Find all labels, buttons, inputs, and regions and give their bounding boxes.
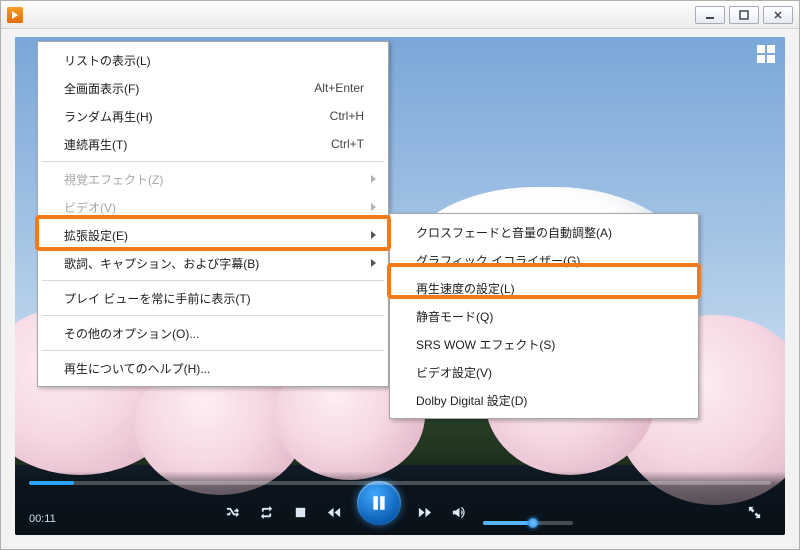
menu-item-label: SRS WOW エフェクト(S)	[416, 336, 555, 353]
titlebar	[1, 1, 799, 29]
menu-item-label: 歌詞、キャプション、および字幕(B)	[64, 255, 259, 272]
fullscreen-button[interactable]	[741, 499, 767, 525]
repeat-button[interactable]	[253, 499, 279, 525]
menu-item[interactable]: その他のオプション(O)...	[40, 319, 386, 347]
menu-separator	[42, 315, 384, 316]
menu-item-label: 全画面表示(F)	[64, 80, 139, 97]
elapsed-time: 00:11	[29, 513, 56, 525]
menu-separator	[42, 161, 384, 162]
menu-item-label: グラフィック イコライザー(G)	[416, 252, 580, 269]
app-icon	[7, 7, 23, 23]
volume-thumb[interactable]	[528, 518, 538, 528]
submenu-item[interactable]: 静音モード(Q)	[392, 302, 696, 330]
menu-item-label: 視覚エフェクト(Z)	[64, 171, 163, 188]
menu-item-shortcut: Ctrl+H	[330, 109, 364, 123]
menu-item-label: Dolby Digital 設定(D)	[416, 392, 527, 409]
menu-item[interactable]: 拡張設定(E)	[40, 221, 386, 249]
volume-slider[interactable]	[483, 521, 573, 525]
menu-item[interactable]: リストの表示(L)	[40, 46, 386, 74]
app-window: 00:11 リストの表示(L) 全画面表示(F) Alt+Enter ランダム再生(H…	[0, 0, 800, 550]
menu-item-label: 静音モード(Q)	[416, 308, 493, 325]
submenu-enhancements: クロスフェードと音量の自動調整(A) グラフィック イコライザー(G) 再生速度の設…	[389, 213, 699, 419]
menu-item-label: その他のオプション(O)...	[64, 325, 199, 342]
next-button[interactable]	[411, 499, 437, 525]
menu-item-label: ランダム再生(H)	[64, 108, 153, 125]
menu-item[interactable]: ランダム再生(H) Ctrl+H	[40, 102, 386, 130]
mute-button[interactable]	[445, 499, 471, 525]
submenu-item[interactable]: SRS WOW エフェクト(S)	[392, 330, 696, 358]
menu-item-label: 連続再生(T)	[64, 136, 127, 153]
menu-item[interactable]: プレイ ビューを常に手前に表示(T)	[40, 284, 386, 312]
submenu-item[interactable]: ビデオ設定(V)	[392, 358, 696, 386]
submenu-item[interactable]: グラフィック イコライザー(G)	[392, 246, 696, 274]
menu-item-shortcut: Ctrl+T	[331, 137, 364, 151]
seek-progress	[29, 481, 74, 485]
close-button[interactable]	[763, 6, 793, 24]
menu-item[interactable]: 連続再生(T) Ctrl+T	[40, 130, 386, 158]
menu-item[interactable]: 再生についてのヘルプ(H)...	[40, 354, 386, 382]
shuffle-button[interactable]	[219, 499, 245, 525]
menu-item-label: 再生についてのヘルプ(H)...	[64, 360, 210, 377]
menu-item[interactable]: 歌詞、キャプション、および字幕(B)	[40, 249, 386, 277]
submenu-item[interactable]: クロスフェードと音量の自動調整(A)	[392, 218, 696, 246]
menu-item-shortcut: Alt+Enter	[314, 81, 364, 95]
submenu-item[interactable]: 再生速度の設定(L)	[392, 274, 696, 302]
menu-item: 視覚エフェクト(Z)	[40, 165, 386, 193]
player-controls: 00:11	[15, 471, 785, 535]
context-menu: リストの表示(L) 全画面表示(F) Alt+Enter ランダム再生(H) Ctrl+…	[37, 41, 389, 387]
menu-item-label: ビデオ(V)	[64, 199, 116, 216]
play-pause-button[interactable]	[357, 481, 401, 525]
menu-item-label: 拡張設定(E)	[64, 227, 128, 244]
menu-item: ビデオ(V)	[40, 193, 386, 221]
menu-item-label: プレイ ビューを常に手前に表示(T)	[64, 290, 251, 307]
menu-item-label: 再生速度の設定(L)	[416, 280, 515, 297]
submenu-item[interactable]: Dolby Digital 設定(D)	[392, 386, 696, 414]
menu-item-label: リストの表示(L)	[64, 52, 151, 69]
volume-fill	[483, 521, 533, 525]
menu-item[interactable]: 全画面表示(F) Alt+Enter	[40, 74, 386, 102]
menu-separator	[42, 350, 384, 351]
menu-item-label: クロスフェードと音量の自動調整(A)	[416, 224, 612, 241]
maximize-button[interactable]	[729, 6, 759, 24]
switch-to-library-button[interactable]	[757, 45, 775, 63]
previous-button[interactable]	[321, 499, 347, 525]
seek-bar[interactable]	[29, 481, 771, 485]
menu-item-label: ビデオ設定(V)	[416, 364, 492, 381]
minimize-button[interactable]	[695, 6, 725, 24]
menu-separator	[42, 280, 384, 281]
stop-button[interactable]	[287, 499, 313, 525]
